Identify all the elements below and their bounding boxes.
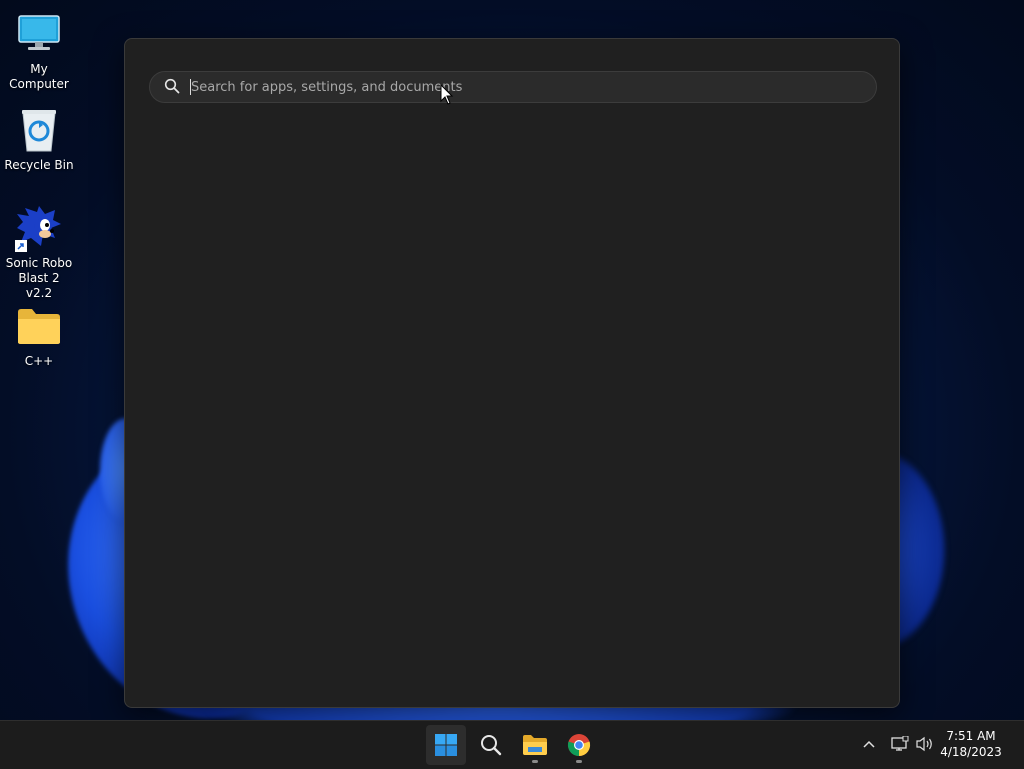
clock-date: 4/18/2023 bbox=[940, 745, 1002, 759]
desktop-icon-sonic-robo-blast[interactable]: Sonic Robo Blast 2 v2.2 bbox=[0, 204, 78, 301]
taskbar-search-button[interactable] bbox=[471, 725, 511, 765]
desktop-icon-cpp-folder[interactable]: C++ bbox=[0, 302, 78, 369]
folder-icon bbox=[15, 302, 63, 350]
search-icon bbox=[164, 78, 182, 96]
monitor-icon bbox=[15, 10, 63, 58]
running-indicator bbox=[576, 760, 582, 763]
recycle-bin-icon bbox=[15, 106, 63, 154]
search-icon bbox=[479, 733, 503, 757]
shortcut-arrow-icon bbox=[15, 240, 27, 252]
network-icon bbox=[891, 736, 909, 752]
start-menu-panel bbox=[124, 38, 900, 708]
desktop-icon-recycle-bin[interactable]: Recycle Bin bbox=[0, 106, 78, 173]
chrome-icon bbox=[567, 733, 591, 757]
network-status-button[interactable] bbox=[889, 733, 911, 755]
desktop-icon-my-computer[interactable]: My Computer bbox=[0, 10, 78, 92]
start-search-input[interactable] bbox=[191, 73, 876, 101]
volume-button[interactable] bbox=[914, 733, 936, 755]
desktop-icon-label: C++ bbox=[24, 354, 54, 368]
desktop-icon-label: Recycle Bin bbox=[4, 158, 74, 172]
desktop-icon-label: My Computer bbox=[9, 62, 69, 91]
desktop-icon-label: Sonic Robo Blast 2 v2.2 bbox=[5, 256, 73, 300]
taskbar-chrome-button[interactable] bbox=[559, 725, 599, 765]
show-hidden-icons-button[interactable] bbox=[858, 733, 880, 755]
windows-start-icon bbox=[434, 733, 458, 757]
taskbar: 7:51 AM 4/18/2023 bbox=[0, 720, 1024, 769]
running-indicator bbox=[532, 760, 538, 763]
taskbar-clock[interactable]: 7:51 AM 4/18/2023 bbox=[936, 728, 1006, 760]
taskbar-file-explorer-button[interactable] bbox=[515, 725, 555, 765]
start-search-box[interactable] bbox=[149, 71, 877, 103]
sonic-shortcut-icon bbox=[15, 204, 63, 252]
volume-icon bbox=[915, 736, 935, 752]
taskbar-start-button[interactable] bbox=[426, 725, 466, 765]
chevron-up-icon bbox=[863, 740, 875, 748]
mouse-cursor-icon bbox=[440, 83, 454, 106]
file-explorer-icon bbox=[522, 733, 548, 757]
clock-time: 7:51 AM bbox=[946, 729, 996, 743]
